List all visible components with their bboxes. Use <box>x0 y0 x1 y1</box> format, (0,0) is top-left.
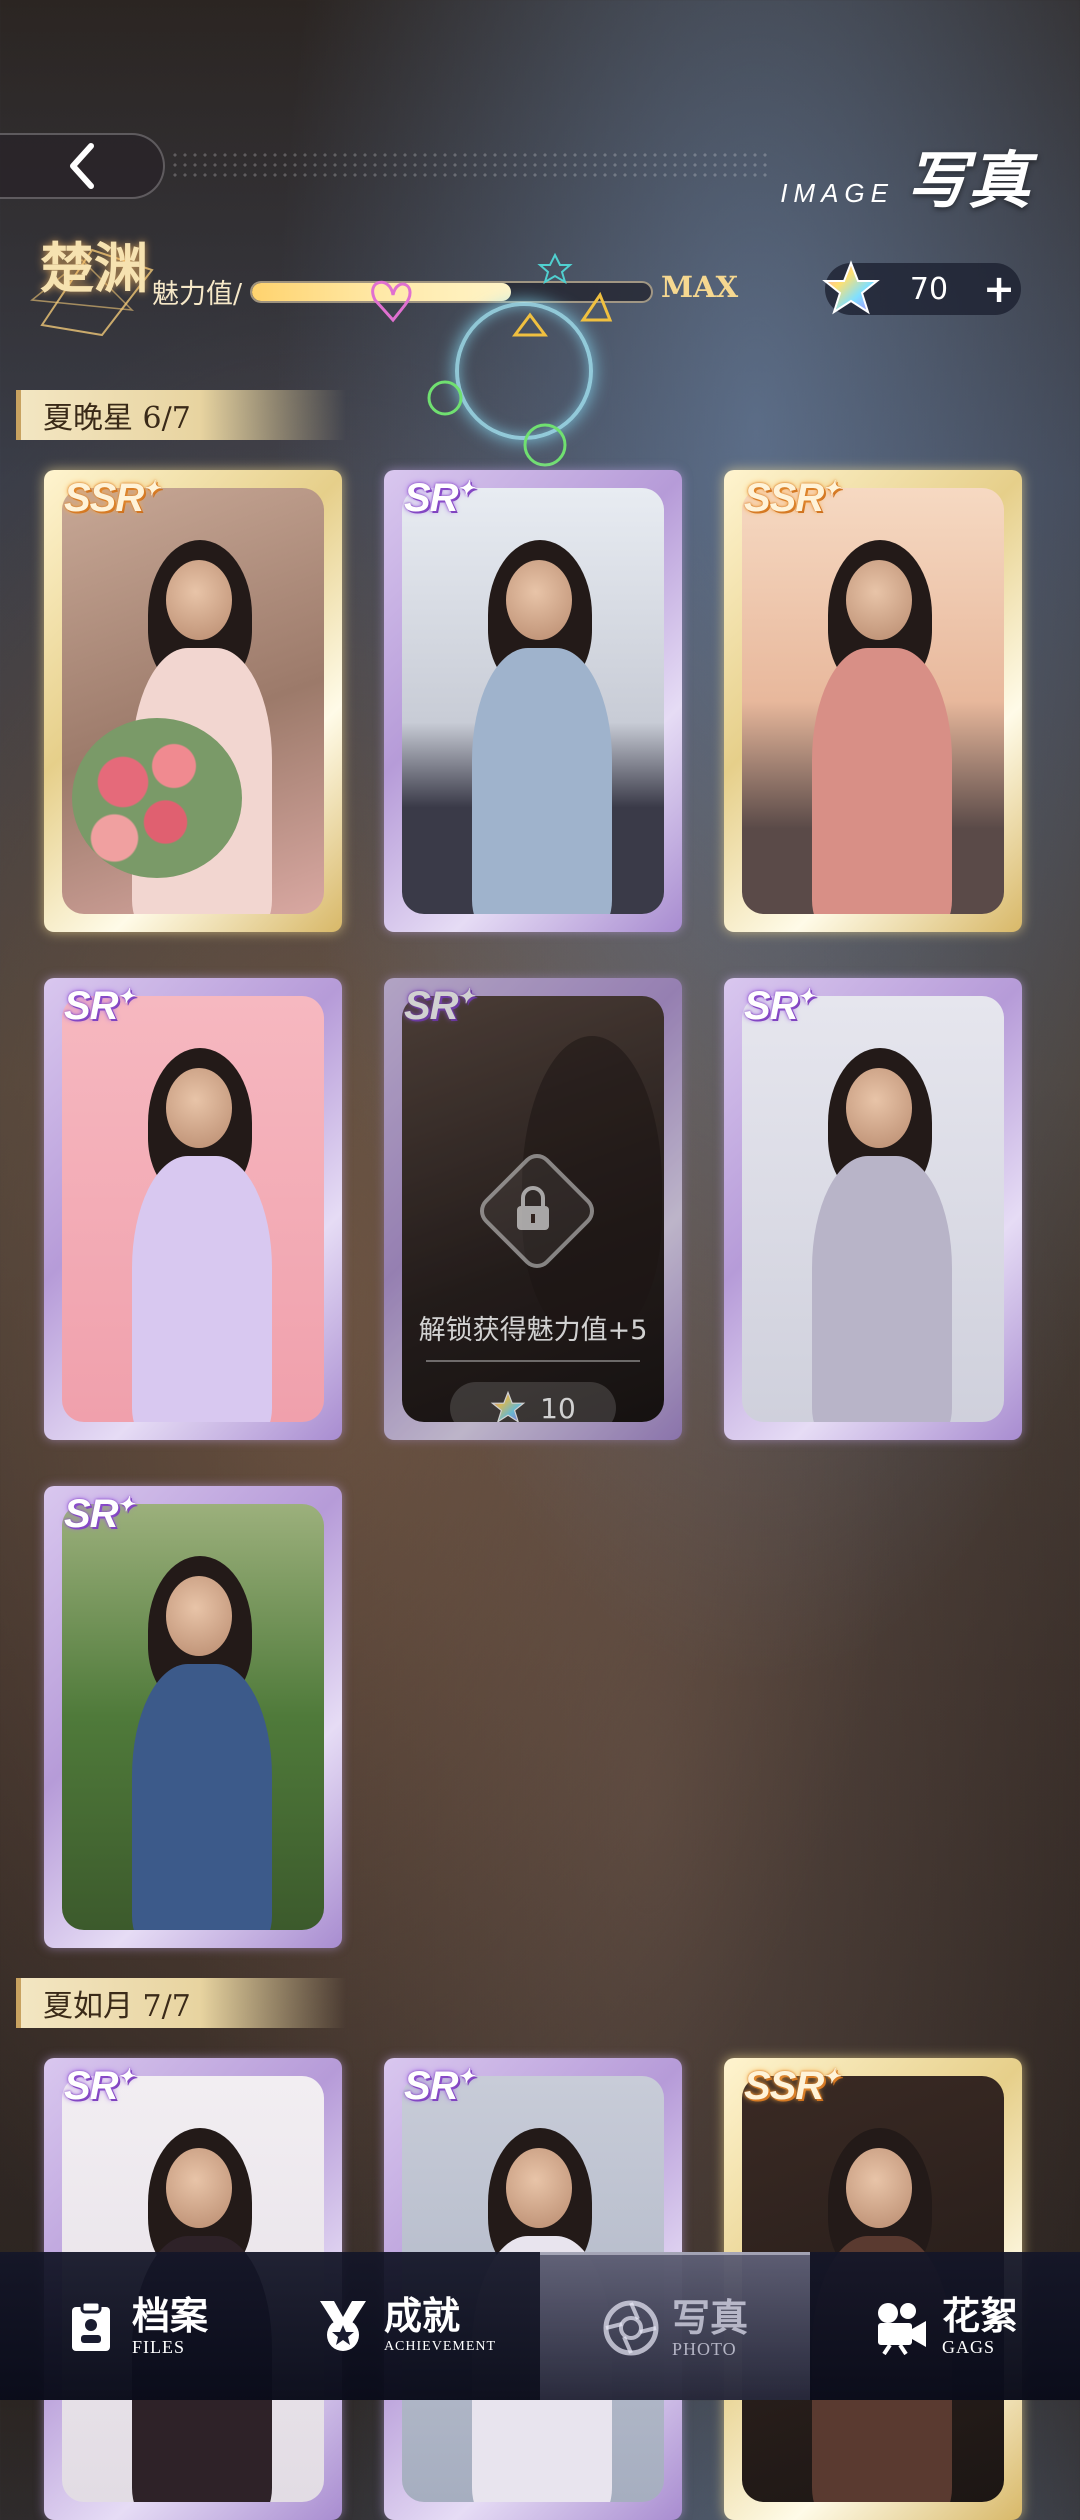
unlock-cost: 10 <box>540 1391 576 1423</box>
camera-lens-icon <box>603 2300 659 2355</box>
sparkle-icon: ✦ <box>823 2066 840 2088</box>
photo-card[interactable]: SR✦ <box>44 978 342 1440</box>
nav-photo-label: 写真 <box>671 2294 748 2340</box>
rarity-label: SR <box>404 2064 459 2108</box>
figure-body <box>472 648 612 914</box>
section-header: 夏晚星 6/7 <box>16 390 346 440</box>
photo-card[interactable]: SR✦ <box>384 470 682 932</box>
rainbow-star-icon <box>490 1390 526 1422</box>
rainbow-star-icon <box>822 260 880 315</box>
charm-status: MAX <box>661 270 739 304</box>
figure-head <box>166 1068 232 1148</box>
figure-head <box>846 1068 912 1148</box>
chevron-left-icon <box>69 143 94 189</box>
nav-gags[interactable]: 花絮 GAGS <box>810 2252 1080 2400</box>
nav-achievement-label: 成就 <box>383 2293 460 2338</box>
figure-body <box>812 648 952 914</box>
nav-photo-sublabel: PHOTO <box>671 2338 737 2359</box>
flower-bouquet <box>72 718 242 878</box>
photo-card[interactable]: SR✦ <box>44 1486 342 1948</box>
currency-value: 70 <box>909 271 949 307</box>
unlock-button[interactable]: 10 <box>450 1382 616 1422</box>
nav-achievement[interactable]: 成就 ACHIEVEMENT <box>270 2252 540 2400</box>
rarity-label: SR <box>64 984 119 1028</box>
film-camera-icon <box>877 2303 926 2355</box>
rarity-label: SR <box>404 984 459 1028</box>
rarity-badge: SSR✦ <box>64 476 160 521</box>
figure-body <box>132 1664 272 1930</box>
medal-icon <box>319 2301 366 2351</box>
figure-head <box>506 2148 572 2228</box>
rarity-badge: SR✦ <box>404 2064 475 2109</box>
rarity-label: SR <box>744 984 799 1028</box>
figure-body <box>132 1156 272 1422</box>
currency-display: 70 + <box>822 260 1021 315</box>
header-decoration <box>170 150 770 180</box>
character-name: 楚渊 <box>40 236 148 300</box>
page-title-en: IMAGE <box>780 178 894 208</box>
back-button[interactable] <box>0 133 165 199</box>
rarity-label: SSR <box>64 476 144 520</box>
photo-card[interactable]: SR✦ <box>724 978 1022 1440</box>
unlock-reward-text: 解锁获得魅力值+5 <box>418 1315 648 1346</box>
sparkle-icon: ✦ <box>117 986 135 1008</box>
nav-files[interactable]: 档案 FILES <box>0 2252 270 2400</box>
card-photo <box>742 488 1004 914</box>
rarity-label: SSR <box>744 476 824 520</box>
nav-files-label: 档案 <box>131 2293 208 2338</box>
sparkle-icon: ✦ <box>797 986 815 1008</box>
photo-card[interactable]: SSR✦ <box>44 470 342 932</box>
rarity-badge: SSR✦ <box>744 476 840 521</box>
sparkle-decoration <box>371 252 613 467</box>
nav-gags-sublabel: GAGS <box>941 2337 995 2357</box>
rarity-badge: SR✦ <box>404 984 475 1029</box>
figure-head <box>846 560 912 640</box>
sparkle-icon: ✦ <box>457 986 475 1008</box>
card-photo <box>742 996 1004 1422</box>
card-photo <box>402 488 664 914</box>
divider <box>426 1360 640 1362</box>
rarity-badge: SR✦ <box>404 476 475 521</box>
bottom-navigation: 档案 FILES 成就 ACHIEVEMENT 写真 PHOTO 花絮 GAGS <box>0 2252 1080 2400</box>
section-header: 夏如月 7/7 <box>16 1978 346 2028</box>
rarity-label: SR <box>404 476 459 520</box>
sparkle-icon: ✦ <box>823 478 840 500</box>
sparkle-icon: ✦ <box>457 2066 475 2088</box>
nav-gags-label: 花絮 <box>941 2293 1018 2338</box>
nav-achievement-sublabel: ACHIEVEMENT <box>383 2339 497 2354</box>
card-photo <box>62 488 324 914</box>
figure-head <box>166 560 232 640</box>
photo-card[interactable]: SSR✦ <box>724 470 1022 932</box>
add-currency-button[interactable]: + <box>977 269 1021 309</box>
figure-head <box>166 1576 232 1656</box>
rarity-label: SR <box>64 1492 119 1536</box>
sparkle-icon: ✦ <box>117 2066 135 2088</box>
rarity-badge: SR✦ <box>64 1492 135 1537</box>
card-photo <box>62 996 324 1422</box>
figure-head <box>166 2148 232 2228</box>
sparkle-icon: ✦ <box>117 1494 135 1516</box>
rarity-badge: SR✦ <box>744 984 815 1029</box>
sparkle-icon: ✦ <box>457 478 475 500</box>
rarity-label: SSR <box>744 2064 824 2108</box>
rarity-badge: SSR✦ <box>744 2064 840 2109</box>
figure-head <box>846 2148 912 2228</box>
nav-photo[interactable]: 写真 PHOTO <box>540 2252 810 2400</box>
figure-body <box>812 1156 952 1422</box>
page-title: IMAGE 写真 <box>780 130 1030 220</box>
figure-head <box>506 560 572 640</box>
nav-files-sublabel: FILES <box>131 2337 185 2357</box>
rarity-badge: SR✦ <box>64 2064 135 2109</box>
rarity-label: SR <box>64 2064 119 2108</box>
sparkle-icon: ✦ <box>143 478 160 500</box>
charm-label: 魅力值/ <box>152 279 243 310</box>
rarity-badge: SR✦ <box>64 984 135 1029</box>
clipboard-icon <box>71 2300 110 2351</box>
lock-icon <box>517 1186 549 1230</box>
card-photo: 解锁获得魅力值+5 10 <box>402 996 664 1422</box>
locked-photo-card[interactable]: 解锁获得魅力值+5 10 SR✦ <box>384 978 682 1440</box>
card-photo <box>62 1504 324 1930</box>
page-title-cn: 写真 <box>905 144 1030 217</box>
